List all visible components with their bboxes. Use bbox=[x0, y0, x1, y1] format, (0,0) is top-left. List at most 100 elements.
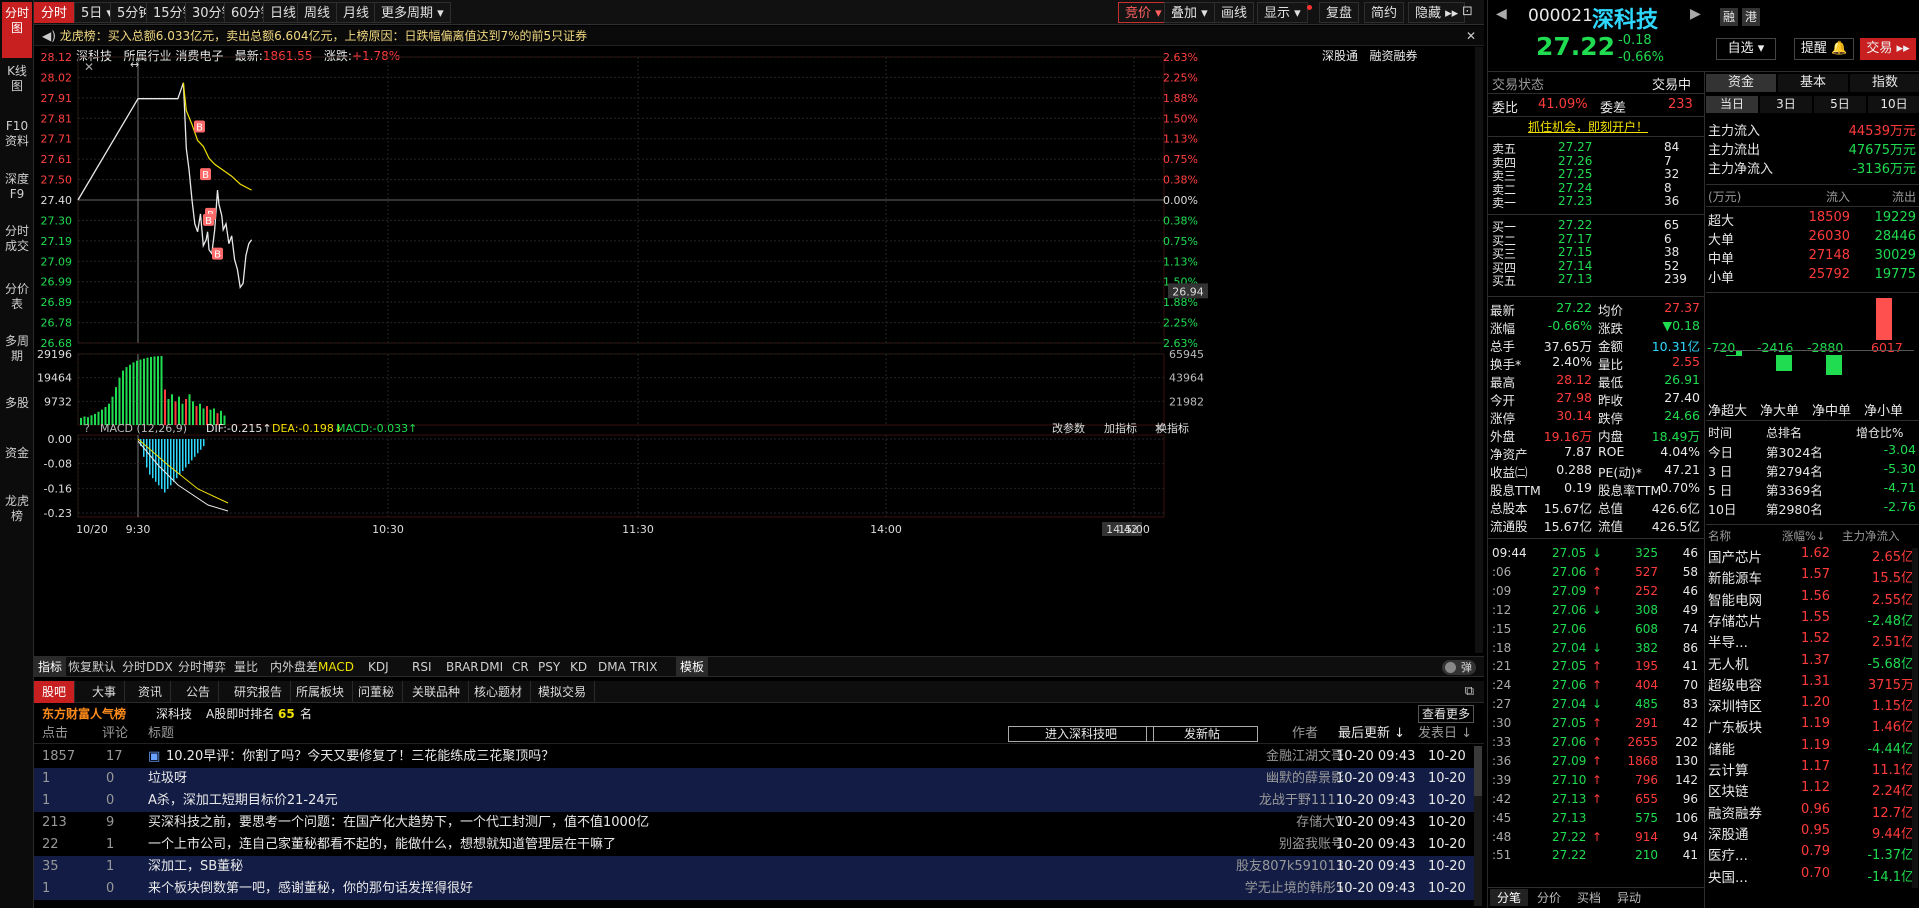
forum-tab-9[interactable]: 模拟交易 bbox=[530, 681, 596, 703]
indicator-tab-11[interactable]: CR bbox=[508, 657, 533, 677]
fund-tab-1[interactable]: 基本 bbox=[1778, 74, 1848, 92]
sector-scrollbar[interactable] bbox=[1912, 548, 1918, 888]
sector-name[interactable]: 云计算 bbox=[1708, 759, 1749, 779]
forum-tab-3[interactable]: 公告 bbox=[178, 681, 220, 703]
indicator-tab-1[interactable]: 恢复默认 bbox=[64, 657, 120, 677]
drag-handle-icon[interactable]: ↔ bbox=[130, 58, 139, 71]
macd-close-icon[interactable]: ✕ bbox=[1154, 422, 1163, 435]
period-9[interactable]: 更多周期 ▾ bbox=[374, 2, 451, 23]
forum-scrollbar[interactable] bbox=[1474, 746, 1482, 906]
row-title[interactable]: 垃圾呀 bbox=[148, 768, 1008, 790]
alert-button[interactable]: 提醒 🔔 bbox=[1794, 38, 1854, 60]
forum-row[interactable]: 35 1 深加工，SB董秘 股友807k591013 10-20 09:43 10-20 bbox=[34, 856, 1474, 878]
buy-marker[interactable]: B bbox=[200, 168, 211, 181]
fund-sub-tab-3[interactable]: 10日 bbox=[1868, 96, 1919, 113]
toolbar-right-6[interactable]: 隐藏 ▸▸ bbox=[1408, 2, 1466, 23]
indicator-tab-15[interactable]: TRIX bbox=[626, 657, 661, 677]
indicator-tab-12[interactable]: PSY bbox=[534, 657, 564, 677]
forum-tab-5[interactable]: 所属板块 bbox=[288, 681, 354, 703]
toolbar-right-4[interactable]: 复盘 bbox=[1319, 2, 1360, 23]
view-more-button[interactable]: 查看更多 bbox=[1418, 705, 1475, 723]
macd-param-link[interactable]: 改参数 bbox=[1052, 421, 1085, 435]
sector-name[interactable]: 半导... bbox=[1708, 631, 1748, 651]
row-title[interactable]: 10.20早评：你割了吗？今天又要修复了！三花能练成三花聚顶吗？ bbox=[166, 746, 1026, 768]
row-title[interactable]: 一个上市公司，连自己家董秘都看不起的，能做什么，想想就知道管理层在干嘛了 bbox=[148, 834, 1008, 856]
tick-tab-3[interactable]: 异动 bbox=[1610, 889, 1648, 906]
sector-name[interactable]: 存储芯片 bbox=[1708, 610, 1762, 630]
sector-name[interactable]: 无人机 bbox=[1708, 653, 1749, 673]
toolbar-right-5[interactable]: 简约 bbox=[1364, 2, 1405, 23]
row-title[interactable]: 深加工，SB董秘 bbox=[148, 856, 1008, 878]
tick-tab-1[interactable]: 分价 bbox=[1530, 889, 1568, 906]
next-stock-icon[interactable]: ▶ bbox=[1690, 6, 1701, 22]
fund-tab-0[interactable]: 资金 bbox=[1706, 74, 1776, 92]
indicator-tab-0[interactable]: 指标 bbox=[34, 657, 67, 677]
indicator-tab-16[interactable]: 模板 bbox=[676, 657, 709, 677]
indicator-tab-7[interactable]: KDJ bbox=[364, 657, 393, 677]
indicator-tab-13[interactable]: KD bbox=[566, 657, 591, 677]
tick-tab-2[interactable]: 买档 bbox=[1570, 889, 1608, 906]
toolbar-right-2[interactable]: 画线 bbox=[1214, 2, 1255, 23]
forum-tab-0[interactable]: 股吧 bbox=[34, 681, 76, 703]
fund-sub-tab-2[interactable]: 5日 bbox=[1814, 96, 1866, 113]
forum-tab-4[interactable]: 研究报告 bbox=[226, 681, 292, 703]
forum-tab-7[interactable]: 关联品种 bbox=[404, 681, 470, 703]
indicator-tab-4[interactable]: 量比 bbox=[230, 657, 262, 677]
buy-marker[interactable]: B bbox=[212, 247, 223, 261]
sector-name[interactable]: 国产芯片 bbox=[1708, 546, 1762, 566]
indicator-tab-6[interactable]: MACD bbox=[314, 657, 358, 677]
sector-name[interactable]: 融资融券 bbox=[1708, 802, 1762, 822]
forum-row[interactable]: 1 0 来个板块倒数第一吧，感谢董秘，你的那句话发挥得很好 学无止境的韩彤5 10-20… bbox=[34, 878, 1474, 900]
row-author[interactable]: 学无止境的韩彤5 bbox=[1245, 878, 1344, 900]
forum-row[interactable]: 213 9 买深科技之前，要思考一个问题：在国产化大趋势下，一个代工封测厂，值不值1… bbox=[34, 812, 1474, 834]
sector-name[interactable]: 新能源车 bbox=[1708, 567, 1762, 587]
buy-marker[interactable]: B bbox=[194, 120, 205, 134]
collapse-icon[interactable]: ◀ bbox=[1496, 6, 1507, 22]
forum-scroll-thumb[interactable] bbox=[1474, 746, 1482, 796]
new-window-icon[interactable]: ⧉ bbox=[1465, 684, 1474, 699]
tick-tab-0[interactable]: 分笔 bbox=[1490, 889, 1528, 906]
toolbar-right-0[interactable]: 竞价 ▾ bbox=[1118, 2, 1169, 23]
chart-close-icon[interactable]: ✕ bbox=[84, 60, 94, 74]
indicator-tab-2[interactable]: 分时DDX bbox=[118, 657, 177, 677]
forum-tab-1[interactable]: 大事 bbox=[84, 681, 126, 703]
sector-name[interactable]: 广东板块 bbox=[1708, 716, 1762, 736]
enter-bar-button[interactable]: 进入深科技吧 bbox=[1008, 726, 1154, 742]
new-post-button[interactable]: 发新帖 bbox=[1146, 726, 1258, 742]
sector-name[interactable]: 央国... bbox=[1708, 866, 1748, 886]
left-tab-7[interactable]: 多股 bbox=[2, 392, 32, 440]
notice-close-icon[interactable]: ✕ bbox=[1466, 26, 1476, 46]
toolbar-right-3[interactable]: 显示 ▾ bbox=[1257, 2, 1308, 23]
left-tab-4[interactable]: 分时成交 bbox=[2, 220, 32, 276]
pin-icon[interactable]: ⊡ bbox=[1462, 4, 1473, 19]
forum-row[interactable]: 1 0 垃圾呀 幽默的薛景影 10-20 09:43 10-20 bbox=[34, 768, 1474, 790]
period-0[interactable]: 分时 bbox=[34, 2, 75, 23]
row-author[interactable]: 龙战于野1111 bbox=[1259, 790, 1344, 812]
row-author[interactable]: 幽默的薛景影 bbox=[1266, 768, 1344, 790]
left-tab-8[interactable]: 资金 bbox=[2, 442, 32, 488]
period-8[interactable]: 月线 bbox=[336, 2, 377, 23]
row-author[interactable]: 股友807k591013 bbox=[1236, 856, 1344, 878]
indicator-tab-14[interactable]: DMA bbox=[594, 657, 630, 677]
buy-marker[interactable]: B bbox=[203, 213, 214, 227]
left-tab-0[interactable]: 分时图 bbox=[2, 2, 32, 58]
left-tab-3[interactable]: 深度F9 bbox=[2, 168, 32, 218]
chart-scrollbar[interactable] bbox=[1475, 47, 1483, 653]
forum-row[interactable]: 22 1 一个上市公司，连自己家董秘都看不起的，能做什么，想想就知道管理层在干嘛了 别… bbox=[34, 834, 1474, 856]
forum-tab-2[interactable]: 资讯 bbox=[130, 681, 172, 703]
forum-row[interactable]: 1 0 A杀，深加工短期目标价21-24元 龙战于野1111 10-20 09:43 10… bbox=[34, 790, 1474, 812]
add-indicator-link[interactable]: 加指标 bbox=[1104, 421, 1137, 435]
sector-name[interactable]: 深圳特区 bbox=[1708, 695, 1762, 715]
left-tab-1[interactable]: K线图 bbox=[2, 60, 32, 112]
watchlist-button[interactable]: 自选 ▾ bbox=[1716, 38, 1776, 60]
sector-head[interactable]: 涨幅%↓ bbox=[1782, 528, 1826, 544]
left-tab-9[interactable]: 龙虎榜 bbox=[2, 490, 32, 540]
sector-name[interactable]: 医疗... bbox=[1708, 844, 1748, 864]
promo-link[interactable]: 抓住机会，即刻开户！ bbox=[1528, 118, 1648, 135]
row-title[interactable]: A杀，深加工短期目标价21-24元 bbox=[148, 790, 1008, 812]
forum-tab-8[interactable]: 核心题材 bbox=[466, 681, 532, 703]
chart-svg[interactable]: 28.12 2.63% 28.02 2.25% 27.91 1.88% 27.81 1.50%… bbox=[34, 47, 1484, 657]
fund-sub-tab-1[interactable]: 3日 bbox=[1760, 96, 1812, 113]
left-tab-5[interactable]: 分价表 bbox=[2, 278, 32, 328]
fund-sub-tab-0[interactable]: 当日 bbox=[1706, 96, 1758, 113]
